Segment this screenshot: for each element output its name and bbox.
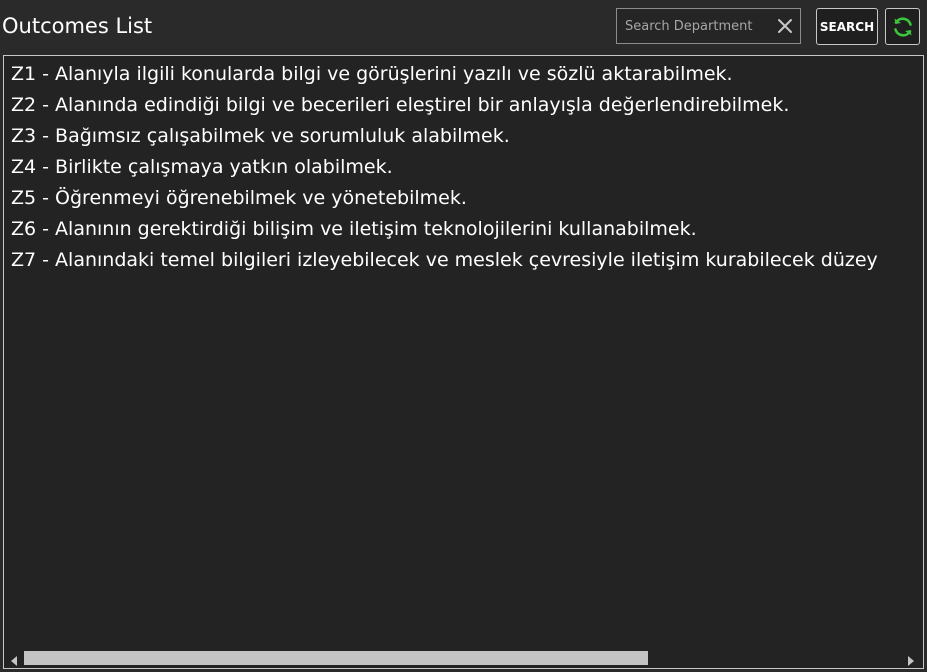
list-item[interactable]: Z1 - Alanıyla ilgili konularda bilgi ve … [4, 60, 921, 91]
outcomes-list[interactable]: Z1 - Alanıyla ilgili konularda bilgi ve … [4, 60, 921, 644]
scroll-right-icon[interactable] [905, 652, 917, 666]
list-item[interactable]: Z5 - Öğrenmeyi öğrenebilmek ve yönetebil… [4, 184, 921, 215]
list-item[interactable]: Z6 - Alanının gerektirdiği bilişim ve il… [4, 215, 921, 246]
scroll-left-icon[interactable] [8, 652, 20, 666]
search-box [616, 8, 801, 44]
close-icon[interactable] [776, 17, 794, 35]
list-item[interactable]: Z7 - Alanındaki temel bilgileri izleyebi… [4, 246, 921, 277]
scrollbar-thumb[interactable] [24, 651, 648, 665]
horizontal-scrollbar[interactable] [4, 648, 923, 668]
outcomes-window: Outcomes List SEARCH Z1 - Alanıyla ilgil… [0, 0, 927, 672]
page-title: Outcomes List [2, 14, 153, 38]
list-item[interactable]: Z4 - Birlikte çalışmaya yatkın olabilmek… [4, 153, 921, 184]
refresh-icon [894, 17, 912, 37]
search-button[interactable]: SEARCH [816, 8, 878, 45]
search-input[interactable] [617, 9, 767, 43]
list-item[interactable]: Z2 - Alanında edindiği bilgi ve becerile… [4, 91, 921, 122]
outcomes-list-panel: Z1 - Alanıyla ilgili konularda bilgi ve … [3, 55, 924, 669]
list-item[interactable]: Z3 - Bağımsız çalışabilmek ve sorumluluk… [4, 122, 921, 153]
refresh-button[interactable] [885, 8, 920, 45]
